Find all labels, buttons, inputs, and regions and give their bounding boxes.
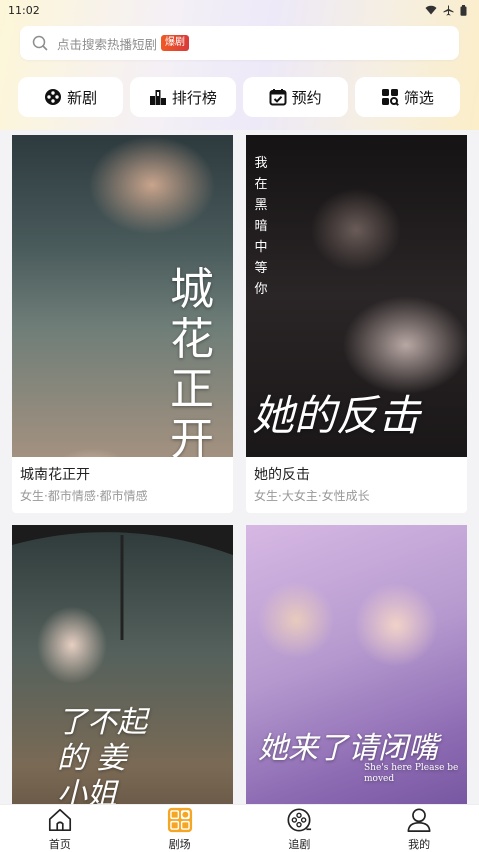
- poster-subtitle-art: She's here Please be moved: [364, 763, 459, 784]
- quick-nav-new[interactable]: 新剧: [18, 77, 124, 117]
- drama-card[interactable]: 我在黑暗中等你 她的反击 她的反击 女生·大女主·女性成长: [246, 135, 467, 513]
- umbrella-graphic: [12, 525, 233, 640]
- quick-nav: 新剧 排行榜 预约 筛选: [18, 77, 460, 117]
- wifi-icon: [425, 5, 437, 15]
- home-icon: [48, 808, 71, 832]
- quick-nav-label: 排行榜: [171, 88, 217, 107]
- drama-poster[interactable]: 她来了请闭嘴 She's here Please be moved: [246, 525, 467, 847]
- tab-label: 首页: [48, 838, 71, 851]
- filter-grid-icon: [381, 89, 399, 106]
- search-icon: [32, 35, 48, 51]
- quick-nav-reserve[interactable]: 预约: [242, 77, 348, 117]
- drama-poster[interactable]: 了不起的 姜小姐: [12, 525, 233, 847]
- tab-profile[interactable]: 我的: [359, 805, 479, 852]
- follow-film-icon: [287, 808, 312, 832]
- status-time: 11:02: [8, 3, 40, 17]
- bottom-tab-bar: 首页 剧场 追剧 我的: [0, 804, 479, 852]
- poster-vertical-text: 我在黑暗中等你: [254, 156, 268, 297]
- battery-icon: [460, 4, 467, 16]
- drama-title: 城南花正开: [20, 467, 90, 483]
- drama-tags: 女生·都市情感·都市情感: [20, 489, 148, 503]
- search-placeholder: 点击搜索热播短剧: [57, 36, 158, 52]
- tab-label: 我的: [408, 838, 431, 851]
- tab-label: 剧场: [168, 838, 191, 851]
- status-bar: 11:02: [0, 0, 479, 20]
- calendar-check-icon: [269, 89, 287, 106]
- tab-follow[interactable]: 追剧: [240, 805, 360, 852]
- ranking-icon: [149, 90, 166, 105]
- drama-grid: 城 花 正开 城南花正开 女生·都市情感·都市情感 我在黑暗中等你 她的反击 她…: [12, 135, 467, 847]
- hot-badge: 爆剧: [161, 35, 190, 51]
- quick-nav-label: 预约: [291, 88, 322, 107]
- quick-nav-label: 筛选: [403, 88, 434, 107]
- drama-card[interactable]: 了不起的 姜小姐: [12, 525, 233, 847]
- search-bar[interactable]: 点击搜索热播短剧 爆剧: [20, 26, 459, 60]
- poster-title-art: 了不起的 姜小姐: [57, 705, 147, 812]
- profile-icon: [407, 808, 431, 832]
- drama-title: 她的反击: [254, 467, 310, 483]
- poster-title-art: 她来了请闭嘴: [258, 731, 438, 766]
- poster-title-art: 她的反击: [252, 391, 421, 440]
- theater-grid-icon: [167, 807, 192, 833]
- quick-nav-filter[interactable]: 筛选: [354, 77, 460, 117]
- tab-home[interactable]: 首页: [0, 805, 120, 852]
- poster-title-art: 城 花 正开: [170, 264, 214, 458]
- drama-card[interactable]: 城 花 正开 城南花正开 女生·都市情感·都市情感: [12, 135, 233, 513]
- quick-nav-label: 新剧: [67, 88, 98, 107]
- film-reel-icon: [45, 89, 62, 105]
- drama-poster[interactable]: 城 花 正开: [12, 135, 233, 457]
- tab-theater[interactable]: 剧场: [120, 805, 240, 852]
- drama-tags: 女生·大女主·女性成长: [254, 489, 370, 503]
- quick-nav-ranking[interactable]: 排行榜: [130, 77, 236, 117]
- drama-poster[interactable]: 我在黑暗中等你 她的反击: [246, 135, 467, 457]
- tab-label: 追剧: [288, 838, 311, 851]
- drama-card[interactable]: 她来了请闭嘴 She's here Please be moved: [246, 525, 467, 847]
- airplane-icon: [443, 5, 454, 15]
